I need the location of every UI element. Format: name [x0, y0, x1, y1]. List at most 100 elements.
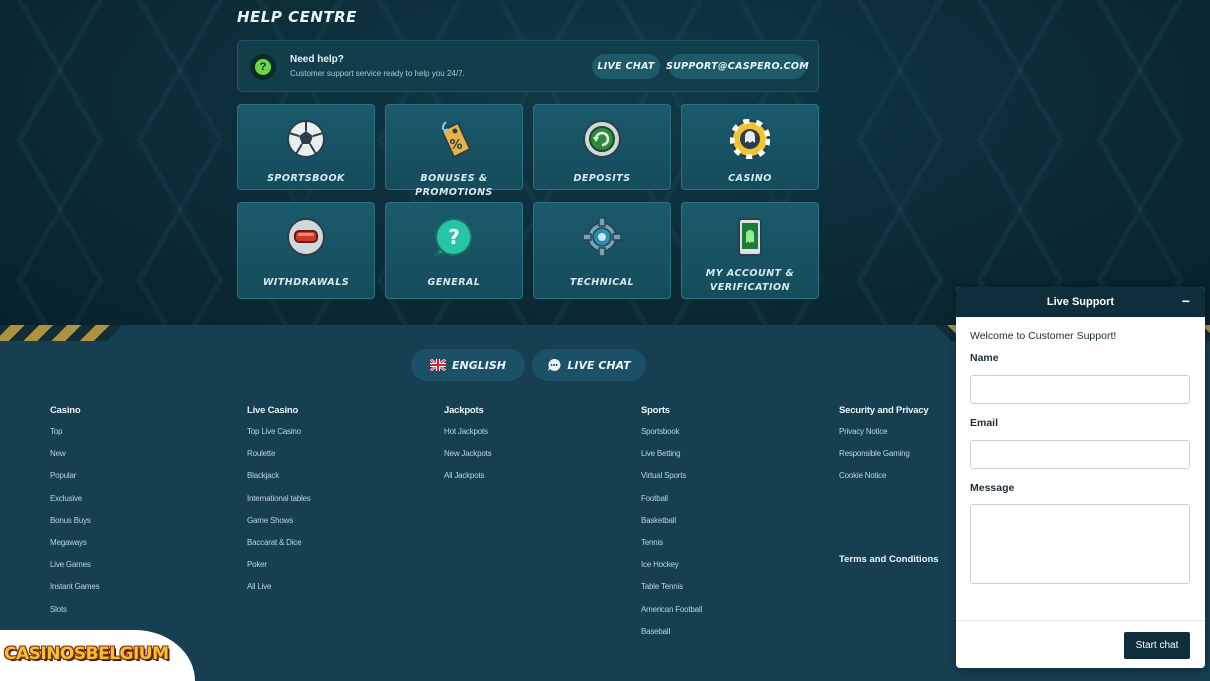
withdraw-button-icon: [287, 218, 325, 256]
gear-icon: [582, 217, 622, 257]
column-heading: Security and Privacy: [839, 405, 929, 416]
svg-text:%: %: [449, 138, 462, 153]
language-button[interactable]: ENGLISH: [411, 349, 525, 381]
footer-link[interactable]: Instant Games: [50, 580, 100, 602]
footer-link[interactable]: Popular: [50, 469, 99, 491]
tile-label: CASINO: [728, 173, 772, 184]
chat-bubble-icon: [548, 358, 561, 371]
footer-live-chat-button[interactable]: LIVE CHAT: [532, 349, 646, 381]
footer-link[interactable]: Table Tennis: [641, 580, 702, 602]
deposit-coin-icon: [583, 120, 621, 158]
tile-label: BONUSES & PROMOTIONS: [415, 173, 493, 198]
name-label: Name: [970, 352, 999, 364]
tile-label: TECHNICAL: [569, 277, 635, 288]
tile-technical[interactable]: TECHNICAL: [533, 202, 671, 299]
footer-link[interactable]: Top Live Casino: [247, 425, 311, 447]
start-chat-button[interactable]: Start chat: [1124, 632, 1190, 659]
footer-link[interactable]: Baccarat & Dice: [247, 536, 311, 558]
terms-link[interactable]: Terms and Conditions: [839, 554, 939, 565]
tile-my-account[interactable]: MY ACCOUNT & VERIFICATION: [681, 202, 819, 299]
account-tablet-icon: [738, 218, 762, 256]
live-support-widget: Live Support − Welcome to Customer Suppo…: [956, 287, 1205, 668]
help-subtitle: Customer support service ready to help y…: [290, 69, 465, 78]
tile-label: WITHDRAWALS: [262, 277, 350, 288]
message-field[interactable]: [970, 504, 1190, 584]
footer-link[interactable]: Football: [641, 492, 702, 514]
hazard-stripe-left: [0, 325, 122, 341]
footer-link[interactable]: Baseball: [641, 625, 702, 647]
footer-link[interactable]: Poker: [247, 558, 311, 580]
casinosbelgium-logo: CASINOSBELGIUM: [4, 644, 169, 664]
minimize-button[interactable]: −: [1182, 293, 1190, 309]
footer-link[interactable]: Basketball: [641, 514, 702, 536]
svg-text:?: ?: [448, 225, 460, 249]
tile-general[interactable]: ? GENERAL: [385, 202, 523, 299]
chat-header: Live Support −: [956, 287, 1205, 317]
uk-flag-icon: [430, 359, 446, 371]
footer-link[interactable]: Bonus Buys: [50, 514, 99, 536]
footer-link[interactable]: Tennis: [641, 536, 702, 558]
help-bar: ? Need help? Customer support service re…: [237, 40, 819, 92]
column-heading: Jackpots: [444, 405, 484, 416]
footer-link[interactable]: American Football: [641, 603, 702, 625]
live-chat-label: LIVE CHAT: [567, 358, 631, 372]
tile-label: SPORTSBOOK: [267, 173, 345, 184]
footer-column-sports: Sports Sportsbook Live Betting Virtual S…: [641, 405, 702, 647]
footer-link[interactable]: Game Shows: [247, 514, 311, 536]
footer-link[interactable]: Ice Hockey: [641, 558, 702, 580]
footer-link[interactable]: Responsible Gaming: [839, 447, 928, 469]
footer-link[interactable]: International tables: [247, 492, 311, 514]
chat-footer: Start chat: [956, 620, 1205, 668]
footer-column-live-casino: Live Casino Top Live Casino Roulette Bla…: [247, 405, 311, 603]
footer-link[interactable]: Live Games: [50, 558, 99, 580]
chat-title: Live Support: [1046, 296, 1115, 308]
footer-link[interactable]: Virtual Sports: [641, 469, 702, 491]
tile-label-line2: VERIFICATION: [709, 282, 791, 293]
language-label: ENGLISH: [452, 358, 506, 372]
tile-label: GENERAL: [427, 277, 481, 288]
support-email-button[interactable]: SUPPORT@CASPERO.COM: [666, 54, 809, 79]
footer-link[interactable]: Top: [50, 425, 99, 447]
footer-link[interactable]: New: [50, 447, 99, 469]
tile-bonuses[interactable]: % BONUSES & PROMOTIONS: [385, 104, 523, 198]
footer-link[interactable]: Exclusive: [50, 492, 99, 514]
column-heading: Casino: [50, 405, 81, 416]
tile-label: MY ACCOUNT & VERIFICATION: [682, 267, 818, 295]
footer-column-casino: Casino Top New Popular Exclusive Bonus B…: [50, 405, 100, 625]
footer-link[interactable]: Megaways: [50, 536, 99, 558]
casinosbelgium-badge: CASINOSBELGIUM: [0, 630, 195, 681]
footer-link[interactable]: Hot Jackpots: [444, 425, 491, 447]
email-label: Email: [970, 417, 999, 429]
soccer-ball-icon: [287, 120, 325, 158]
tile-sportsbook[interactable]: SPORTSBOOK: [237, 104, 375, 190]
footer-link[interactable]: Live Betting: [641, 447, 702, 469]
footer-link[interactable]: Blackjack: [247, 469, 311, 491]
column-heading: Live Casino: [247, 405, 299, 416]
tile-label: DEPOSITS: [573, 173, 631, 184]
casino-chip-icon: [730, 119, 770, 159]
column-heading: Sports: [641, 405, 670, 416]
footer-link[interactable]: New Jackpots: [444, 447, 492, 469]
tile-casino[interactable]: CASINO: [681, 104, 819, 190]
footer-link[interactable]: All Jackpots: [444, 469, 491, 491]
tile-withdrawals[interactable]: WITHDRAWALS: [237, 202, 375, 299]
name-field[interactable]: [970, 375, 1190, 404]
tile-deposits[interactable]: DEPOSITS: [533, 104, 671, 190]
live-chat-button[interactable]: LIVE CHAT: [592, 54, 660, 79]
tile-label-line1: MY ACCOUNT &: [705, 268, 795, 279]
footer-link[interactable]: Privacy Notice: [839, 425, 928, 447]
footer-link[interactable]: Cookie Notice: [839, 469, 928, 491]
footer-link[interactable]: Roulette: [247, 447, 311, 469]
footer-column-security: Security and Privacy Privacy Notice Resp…: [839, 405, 929, 492]
question-bubble-icon: ?: [434, 217, 473, 257]
message-label: Message: [970, 482, 1015, 494]
help-question-icon: ?: [250, 54, 276, 80]
footer-link[interactable]: Slots: [50, 603, 99, 625]
percent-tag-icon: %: [440, 121, 472, 159]
need-help-heading: Need help?: [290, 54, 344, 65]
email-field[interactable]: [970, 440, 1190, 469]
chat-welcome-text: Welcome to Customer Support!: [970, 330, 1117, 342]
footer-link[interactable]: Sportsbook: [641, 425, 702, 447]
footer-column-jackpots: Jackpots Hot Jackpots New Jackpots All J…: [444, 405, 492, 492]
footer-link[interactable]: All Live: [247, 580, 311, 602]
